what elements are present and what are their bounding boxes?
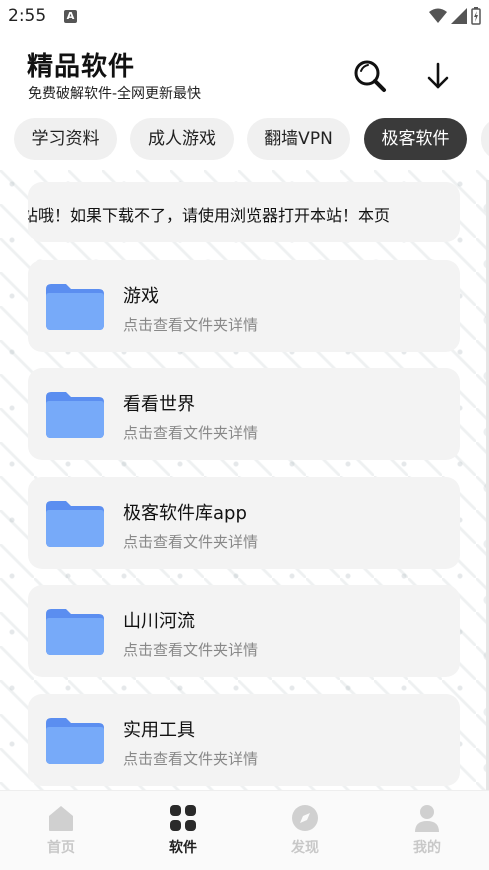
bottom-nav: 首页 软件 发现 我的 (0, 790, 489, 870)
status-icons (429, 7, 481, 25)
notice-text: 站哦！如果下载不了，请使用浏览器打开本站！本页 (28, 206, 391, 225)
signal-icon (451, 8, 467, 24)
notice-banner: 站哦！如果下载不了，请使用浏览器打开本站！本页 (28, 182, 460, 242)
category-tabs: 学习资料 成人游戏 翻墙VPN 极客软件 (0, 118, 489, 162)
folder-subtitle: 点击查看文件夹详情 (123, 750, 259, 768)
nav-home[interactable]: 首页 (16, 791, 106, 870)
grid-icon (170, 805, 196, 831)
app-header: 精品软件 免费破解软件-全网更新最快 (0, 34, 489, 114)
status-bar: 2:55 A (0, 0, 489, 34)
folder-name: 实用工具 (123, 720, 195, 741)
folder-icon (46, 392, 104, 438)
arrow-down-icon (427, 62, 449, 89)
folder-subtitle: 点击查看文件夹详情 (123, 424, 259, 442)
page-subtitle: 免费破解软件-全网更新最快 (28, 86, 202, 102)
download-button[interactable] (418, 56, 458, 96)
folder-icon (46, 718, 104, 764)
folder-card[interactable]: 极客软件库app 点击查看文件夹详情 (28, 477, 460, 569)
tab-more[interactable] (481, 118, 489, 160)
folder-card[interactable]: 游戏 点击查看文件夹详情 (28, 260, 460, 352)
battery-charging-icon (471, 7, 481, 25)
nav-software[interactable]: 软件 (138, 791, 228, 870)
folder-subtitle: 点击查看文件夹详情 (123, 641, 259, 659)
status-time: 2:55 (8, 6, 47, 26)
wifi-icon (429, 8, 447, 23)
tab-adult-games[interactable]: 成人游戏 (130, 118, 234, 160)
folder-icon (46, 609, 104, 655)
nav-discover[interactable]: 发现 (260, 791, 350, 870)
folder-icon (46, 284, 104, 330)
person-icon (415, 805, 439, 832)
nav-label: 首页 (47, 840, 75, 856)
compass-icon (292, 805, 318, 831)
tab-vpn[interactable]: 翻墙VPN (247, 118, 350, 160)
folder-name: 极客软件库app (123, 503, 247, 524)
nav-profile[interactable]: 我的 (382, 791, 472, 870)
folder-subtitle: 点击查看文件夹详情 (123, 533, 259, 551)
folder-name: 山川河流 (123, 611, 195, 632)
home-icon (49, 806, 73, 831)
folder-subtitle: 点击查看文件夹详情 (123, 316, 259, 334)
folder-card[interactable]: 看看世界 点击查看文件夹详情 (28, 368, 460, 460)
nav-label: 我的 (413, 840, 441, 856)
nav-label: 发现 (291, 840, 319, 856)
folder-card[interactable]: 实用工具 点击查看文件夹详情 (28, 694, 460, 786)
search-button[interactable] (350, 56, 390, 96)
a-box-icon: A (64, 10, 77, 23)
page-title: 精品软件 (27, 52, 136, 82)
folder-name: 看看世界 (123, 394, 195, 415)
folder-card[interactable]: 山川河流 点击查看文件夹详情 (28, 585, 460, 677)
nav-label: 软件 (169, 840, 197, 856)
folder-name: 游戏 (123, 286, 159, 307)
search-icon (354, 60, 386, 92)
folder-icon (46, 501, 104, 547)
tab-study[interactable]: 学习资料 (14, 118, 117, 160)
tab-geek-software[interactable]: 极客软件 (364, 118, 467, 160)
